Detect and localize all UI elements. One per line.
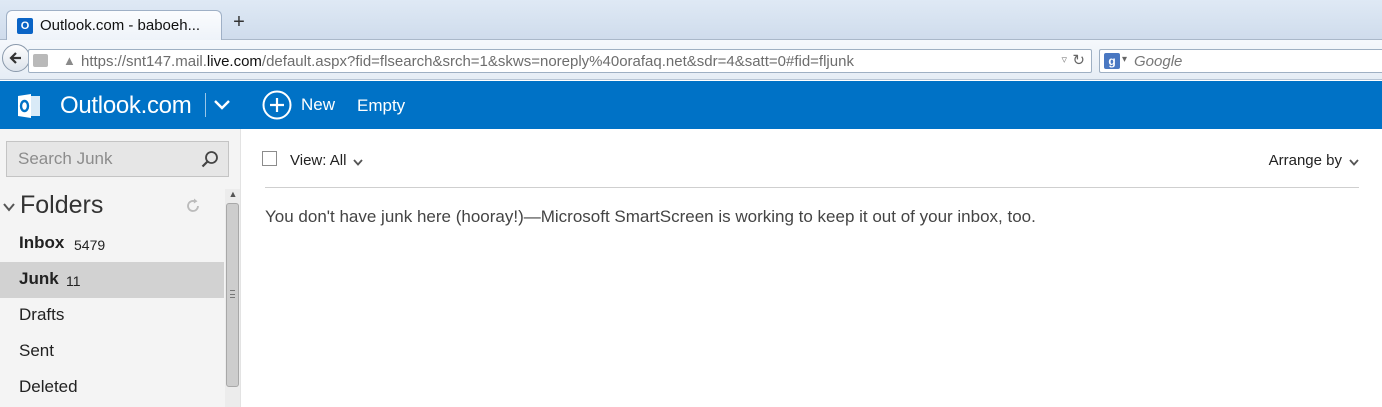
outlook-logo-icon: [18, 94, 40, 118]
scrollbar-grip-icon: [230, 290, 235, 298]
tab-title: Outlook.com - baboeh...: [40, 17, 201, 34]
back-arrow-icon: [9, 52, 21, 64]
folder-inbox[interactable]: Inbox 5479: [0, 226, 224, 262]
new-tab-button[interactable]: +: [229, 12, 249, 32]
warning-icon: ▲: [63, 53, 76, 68]
new-button[interactable]: New: [262, 89, 335, 121]
browser-nav-bar: ▲ https://snt147.mail.live.com/default.a…: [0, 40, 1382, 80]
browser-search-placeholder: Google: [1134, 53, 1183, 70]
new-label: New: [301, 95, 336, 114]
search-junk-box: [6, 141, 229, 177]
search-engine-dropdown-icon[interactable]: ▾: [1122, 54, 1127, 65]
folder-name: Drafts: [19, 305, 65, 324]
folder-name: Sent: [19, 341, 54, 360]
folder-name: Deleted: [19, 377, 78, 396]
view-filter-dropdown[interactable]: View: All: [290, 152, 364, 169]
outlook-header: Outlook.com New Empty: [0, 81, 1382, 129]
folder-junk[interactable]: Junk 11: [0, 262, 224, 298]
folder-scrollbar-thumb[interactable]: [226, 203, 239, 387]
url-text: https://snt147.mail.live.com/default.asp…: [81, 53, 854, 70]
folder-name: Junk: [19, 269, 59, 288]
message-list-pane: View: All Arrange by You don't have junk…: [242, 129, 1382, 407]
google-icon: g: [1104, 53, 1120, 69]
folder-drafts[interactable]: Drafts: [0, 298, 224, 334]
reload-icon[interactable]: ↻: [1072, 51, 1085, 69]
folder-deleted[interactable]: Deleted: [0, 370, 224, 406]
plus-circle-icon: [262, 90, 292, 120]
arrange-by-label: Arrange by: [1268, 152, 1342, 169]
empty-junk-message: You don't have junk here (hooray!)—Micro…: [265, 207, 1036, 226]
chevron-down-icon: [1349, 158, 1359, 166]
view-filter-label: View: All: [290, 152, 347, 169]
outlook-brand[interactable]: Outlook.com: [60, 92, 192, 120]
arrange-by-dropdown[interactable]: Arrange by: [1269, 152, 1360, 169]
folder-count: 11: [66, 273, 81, 289]
browser-search-box[interactable]: g ▾ Google: [1099, 49, 1382, 73]
empty-button[interactable]: Empty: [357, 96, 405, 116]
folders-title: Folders: [20, 191, 104, 219]
page-icon: [33, 54, 48, 67]
header-separator: [205, 93, 206, 117]
browser-tab-bar: O Outlook.com - baboeh... +: [0, 0, 1382, 40]
chevron-down-icon[interactable]: [211, 93, 233, 115]
search-input[interactable]: [7, 142, 197, 176]
select-all-checkbox[interactable]: [262, 151, 277, 166]
chevron-down-icon: [3, 203, 15, 212]
back-button[interactable]: [2, 44, 30, 72]
folders-header[interactable]: Folders: [0, 189, 222, 223]
scroll-up-arrow-icon[interactable]: ▲: [226, 188, 240, 200]
folder-count: 5479: [74, 237, 106, 253]
folder-name: Inbox: [19, 233, 65, 252]
folder-pane: Folders Inbox 5479 Junk 11 Drafts Sent D…: [0, 129, 241, 407]
folder-sent[interactable]: Sent: [0, 334, 224, 370]
address-bar[interactable]: ▲ https://snt147.mail.live.com/default.a…: [28, 49, 1092, 73]
list-divider: [265, 187, 1359, 188]
refresh-icon[interactable]: [184, 197, 202, 215]
browser-tab[interactable]: O Outlook.com - baboeh...: [6, 10, 222, 40]
outlook-favicon-icon: O: [17, 18, 33, 34]
search-icon[interactable]: [201, 150, 219, 168]
url-dropdown-icon[interactable]: ▿: [1061, 53, 1067, 66]
chevron-down-icon: [353, 158, 364, 166]
